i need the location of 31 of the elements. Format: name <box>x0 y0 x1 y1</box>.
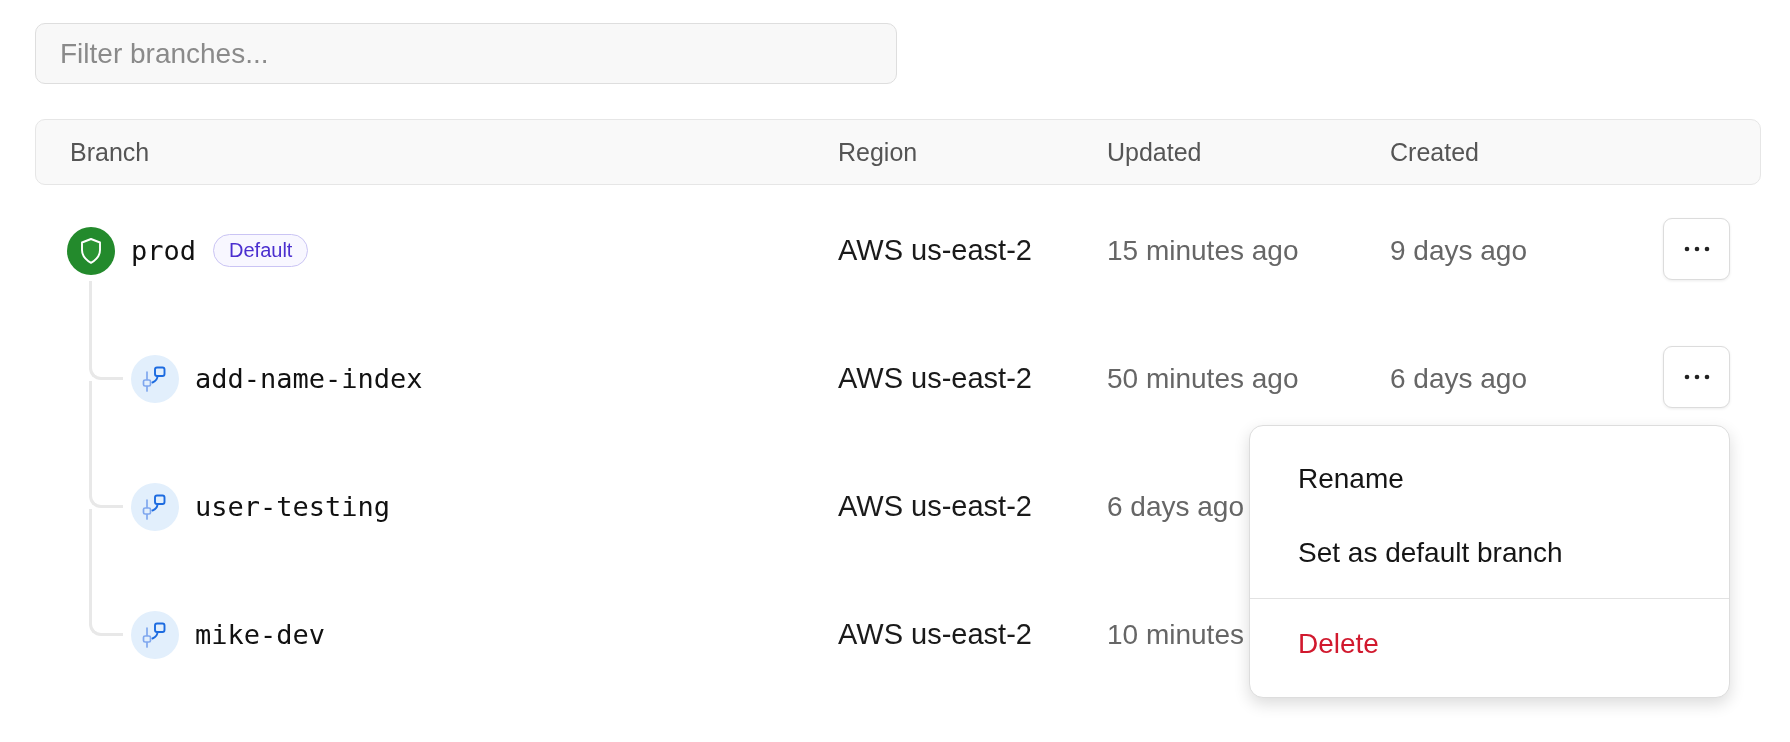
more-button[interactable] <box>1663 346 1730 408</box>
branch-name: prod <box>131 235 197 266</box>
branch-name: add-name-index <box>195 363 423 394</box>
created-time: 9 days ago <box>1390 233 1527 267</box>
branch-name: mike-dev <box>195 619 326 650</box>
branch-icon <box>131 482 179 531</box>
updated-time: 6 days ago <box>1107 489 1244 523</box>
filter-field[interactable]: Filter branches... <box>35 23 897 84</box>
menu-item[interactable]: Rename <box>1250 442 1729 516</box>
menu-item[interactable]: Set as default branch <box>1250 516 1729 590</box>
region-text: AWS us-east-2 <box>838 233 1032 267</box>
updated-time: 10 minutes <box>1107 617 1244 651</box>
branch-icon <box>131 610 179 659</box>
column-header: Branch <box>70 137 150 167</box>
default-badge: Default <box>213 234 309 267</box>
region-text: AWS us-east-2 <box>838 617 1032 651</box>
created-time: 6 days ago <box>1390 361 1527 395</box>
shield-icon <box>67 226 115 275</box>
updated-time: 15 minutes ago <box>1107 233 1299 267</box>
column-header: Updated <box>1107 137 1202 167</box>
branch-name: user-testing <box>195 491 391 522</box>
ellipsis-icon <box>1683 374 1710 380</box>
updated-time: 50 minutes ago <box>1107 361 1299 395</box>
branch-icon <box>131 354 179 403</box>
region-text: AWS us-east-2 <box>838 489 1032 523</box>
column-header: Created <box>1390 137 1479 167</box>
ellipsis-icon <box>1683 246 1710 252</box>
menu-item[interactable]: Delete <box>1250 607 1729 681</box>
region-text: AWS us-east-2 <box>838 361 1032 395</box>
more-button[interactable] <box>1663 218 1730 280</box>
column-header: Region <box>838 137 918 167</box>
